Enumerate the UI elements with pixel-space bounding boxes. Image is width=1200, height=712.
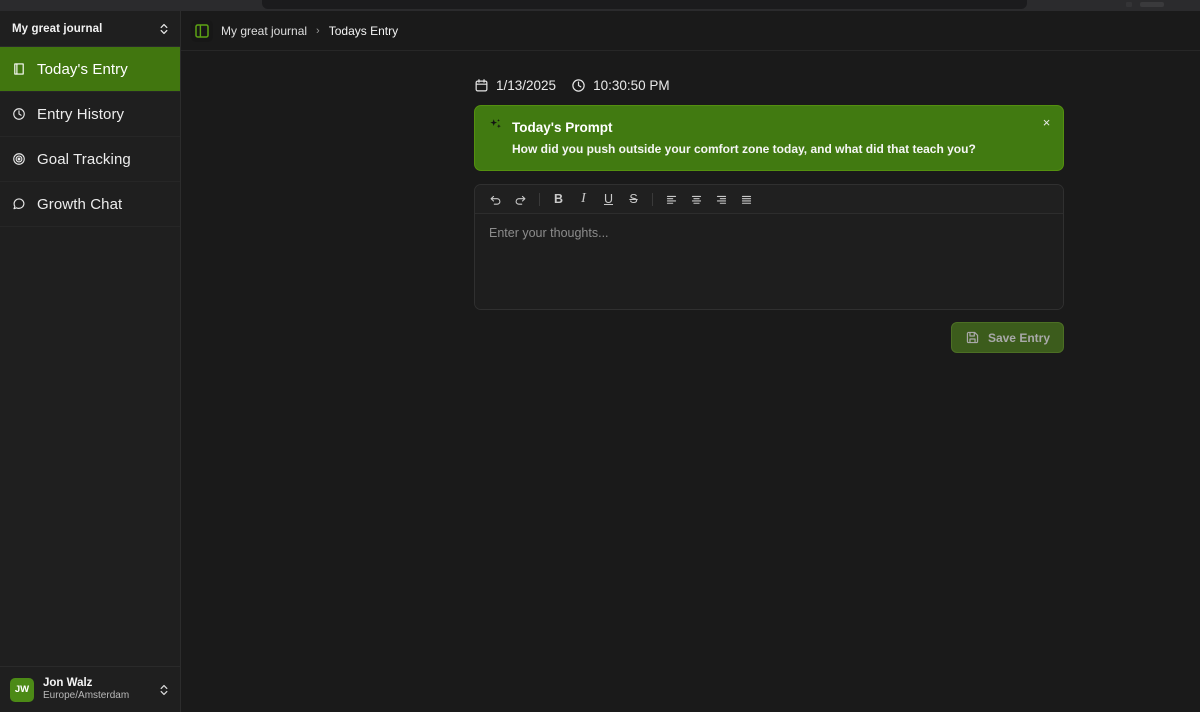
bold-button[interactable]: B	[546, 189, 571, 210]
sidebar-item-label: Goal Tracking	[37, 150, 131, 168]
message-circle-icon	[11, 196, 27, 212]
save-entry-button[interactable]: Save Entry	[950, 322, 1064, 353]
user-menu[interactable]: JW Jon Walz Europe/Amsterdam	[0, 666, 180, 712]
sparkles-icon	[488, 117, 503, 137]
breadcrumb: My great journal › Todays Entry	[221, 24, 398, 38]
entry-actions: Save Entry	[474, 322, 1064, 353]
align-center-button[interactable]	[684, 189, 709, 210]
undo-button[interactable]	[483, 189, 508, 210]
entry-textarea[interactable]: Enter your thoughts...	[475, 214, 1063, 309]
user-timezone: Europe/Amsterdam	[43, 690, 130, 701]
underline-icon: U	[603, 191, 614, 206]
user-name: Jon Walz	[43, 677, 93, 689]
browser-chrome-dot-icon	[1126, 2, 1132, 7]
panel-left-icon[interactable]	[191, 19, 213, 42]
sidebar-item-label: Today's Entry	[37, 60, 128, 78]
prompt-header: Today's Prompt	[488, 117, 1050, 137]
sidebar-item-entry-history[interactable]: Entry History	[0, 92, 180, 137]
underline-button[interactable]: U	[596, 189, 621, 210]
sidebar-item-label: Entry History	[37, 105, 125, 123]
save-icon	[965, 330, 980, 345]
entry-page: 1/13/2025 10:30:50 PM Today's Prompt How…	[181, 51, 1200, 353]
book-icon	[11, 61, 27, 77]
toolbar-separator	[652, 192, 653, 206]
entry-sheet: 1/13/2025 10:30:50 PM Today's Prompt How…	[474, 78, 1064, 353]
italic-button[interactable]: I	[571, 189, 596, 210]
entry-time: 10:30:50 PM	[571, 78, 670, 93]
sidebar-item-growth-chat[interactable]: Growth Chat	[0, 182, 180, 227]
entry-meta: 1/13/2025 10:30:50 PM	[474, 78, 1064, 93]
sidebar-item-goal-tracking[interactable]: Goal Tracking	[0, 137, 180, 182]
app-root: My great journal Today's Entry Entry His…	[0, 11, 1200, 712]
align-left-button[interactable]	[659, 189, 684, 210]
calendar-icon	[474, 78, 489, 93]
breadcrumb-separator-icon: ›	[316, 24, 320, 37]
browser-chrome-button[interactable]	[1140, 2, 1164, 7]
clock-icon	[11, 106, 27, 122]
toolbar-separator	[539, 192, 540, 206]
sidebar-item-todays-entry[interactable]: Today's Entry	[0, 47, 180, 92]
strikethrough-button[interactable]: S	[621, 189, 646, 210]
strikethrough-icon: S	[629, 191, 638, 206]
target-icon	[11, 151, 27, 167]
save-entry-label: Save Entry	[987, 330, 1050, 345]
user-info: Jon Walz Europe/Amsterdam	[43, 677, 150, 702]
entry-editor: B I U S Enter your thoughts...	[474, 184, 1064, 310]
journal-name: My great journal	[12, 22, 103, 35]
chevrons-up-down-icon	[159, 22, 169, 36]
editor-toolbar: B I U S	[475, 185, 1063, 214]
browser-url-bar[interactable]	[262, 0, 1027, 9]
sidebar-item-label: Growth Chat	[37, 195, 123, 213]
clock-icon	[571, 78, 586, 93]
prompt-title: Today's Prompt	[512, 119, 613, 135]
sidebar-nav: Today's Entry Entry History Goal Trackin…	[0, 47, 180, 227]
entry-date-value: 1/13/2025	[496, 78, 557, 93]
sidebar: My great journal Today's Entry Entry His…	[0, 11, 181, 712]
align-justify-button[interactable]	[734, 189, 759, 210]
browser-chrome	[0, 0, 1200, 11]
entry-time-value: 10:30:50 PM	[593, 78, 670, 93]
close-icon[interactable]: ×	[1039, 115, 1054, 130]
bold-icon: B	[553, 191, 564, 206]
chevrons-up-down-icon	[159, 683, 169, 697]
breadcrumb-item-current: Todays Entry	[328, 23, 399, 38]
todays-prompt-banner: Today's Prompt How did you push outside …	[474, 105, 1064, 171]
entry-date: 1/13/2025	[474, 78, 556, 93]
align-right-button[interactable]	[709, 189, 734, 210]
redo-button[interactable]	[508, 189, 533, 210]
journal-selector[interactable]: My great journal	[0, 11, 180, 47]
avatar: JW	[10, 677, 34, 702]
topbar: My great journal › Todays Entry	[181, 11, 1200, 51]
italic-icon: I	[581, 191, 586, 206]
breadcrumb-item-journal[interactable]: My great journal	[221, 24, 307, 38]
prompt-text: How did you push outside your comfort zo…	[512, 142, 976, 156]
main-content: My great journal › Todays Entry 1/13/202…	[181, 11, 1200, 712]
